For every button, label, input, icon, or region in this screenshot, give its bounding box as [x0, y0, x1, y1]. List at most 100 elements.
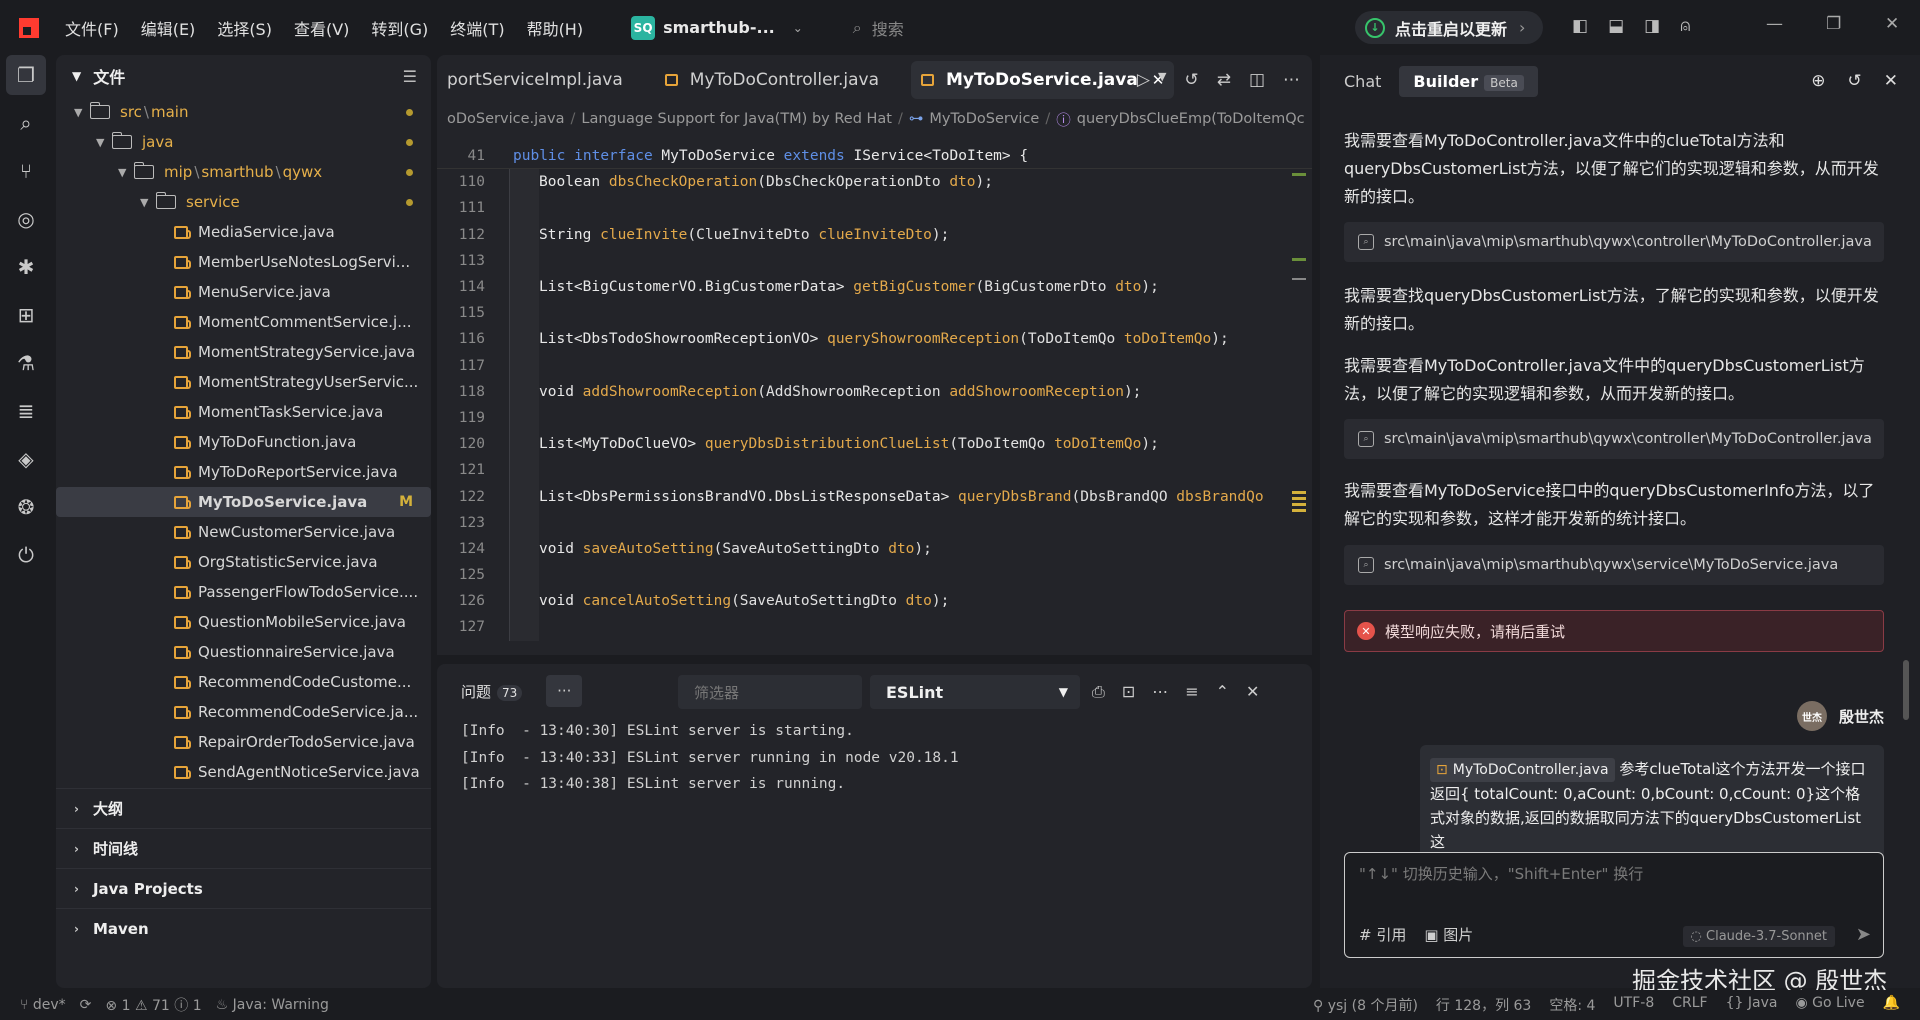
- close-window-icon[interactable]: ✕: [1885, 14, 1899, 34]
- tab-builder[interactable]: Builder Beta: [1399, 65, 1538, 97]
- file-reference[interactable]: ⌕ src\main\java\mip\smarthub\qywx\service…: [1344, 545, 1884, 585]
- more-tabs-button[interactable]: ···: [546, 675, 583, 707]
- extensions-icon[interactable]: ⊞: [6, 295, 46, 335]
- file-item[interactable]: MyToDoReportService.java: [56, 457, 431, 487]
- file-item[interactable]: RecommendCodeService.ja...: [56, 697, 431, 727]
- restart-update-button[interactable]: ↓ 点击重启以更新 ›: [1355, 11, 1543, 44]
- file-item[interactable]: NewCustomerService.java: [56, 517, 431, 547]
- go-live-button[interactable]: ◉ Go Live: [1795, 995, 1864, 1015]
- file-item[interactable]: RepairOrderTodoService.java: [56, 727, 431, 757]
- output-filter-input[interactable]: 筛选器: [678, 675, 862, 709]
- notifications-icon[interactable]: 🔔: [1883, 995, 1900, 1015]
- layers-icon[interactable]: ◈: [6, 439, 46, 479]
- tab-controller[interactable]: MyToDoController.java: [655, 61, 889, 99]
- menu-select[interactable]: 选择(S): [217, 16, 272, 40]
- chat-scrollbar[interactable]: [1903, 660, 1909, 720]
- project-switcher[interactable]: SQ smarthub-... ⌄: [631, 15, 803, 40]
- run-icon[interactable]: ▷: [1137, 70, 1150, 90]
- section-outline[interactable]: › 大纲: [56, 788, 431, 828]
- git-blame[interactable]: ⚲ ysj (8 个月前): [1313, 995, 1418, 1015]
- maximize-panel-icon[interactable]: ⌃: [1216, 682, 1229, 702]
- folder-java[interactable]: ▼ java: [56, 127, 431, 157]
- file-item[interactable]: MemberUseNotesLogServi...: [56, 247, 431, 277]
- tab-problems[interactable]: 问题 73: [461, 681, 523, 702]
- explorer-icon[interactable]: ❐: [6, 55, 46, 95]
- section-maven[interactable]: › Maven: [56, 908, 431, 948]
- tab-service-impl[interactable]: portServiceImpl.java: [437, 61, 633, 99]
- chat-input[interactable]: "↑↓" 切换历史输入，"Shift+Enter" 换行 # 引用 ▣ 图片 ◌…: [1344, 852, 1884, 958]
- menu-goto[interactable]: 转到(G): [371, 16, 428, 40]
- java-status[interactable]: ♨ Java: Warning: [216, 997, 329, 1013]
- database-icon[interactable]: ≣: [6, 391, 46, 431]
- menu-help[interactable]: 帮助(H): [527, 16, 584, 40]
- line-ending[interactable]: CRLF: [1672, 995, 1707, 1015]
- model-select[interactable]: ◌ Claude-3.7-Sonnet: [1682, 926, 1835, 947]
- toggle-sidebar-icon[interactable]: ◧: [1572, 16, 1588, 36]
- file-item[interactable]: MyToDoFunction.java: [56, 427, 431, 457]
- file-item[interactable]: MyToDoService.java M: [56, 487, 431, 517]
- history-icon[interactable]: ↺: [1184, 70, 1198, 90]
- folder-service[interactable]: ▼ service: [56, 187, 431, 217]
- breadcrumb-item[interactable]: MyToDoService: [929, 111, 1039, 127]
- menu-terminal[interactable]: 终端(T): [450, 16, 504, 40]
- file-item[interactable]: RecommendCodeCustome...: [56, 667, 431, 697]
- menu-edit[interactable]: 编辑(E): [141, 16, 196, 40]
- close-panel-icon[interactable]: ✕: [1246, 682, 1259, 702]
- explorer-header[interactable]: ▼ 文件 ☰: [56, 55, 431, 97]
- breadcrumb-item[interactable]: oDoService.java: [447, 111, 565, 127]
- reference-button[interactable]: # 引用: [1359, 924, 1406, 945]
- file-item[interactable]: MenuService.java: [56, 277, 431, 307]
- output-channel-select[interactable]: ESLint ▼: [870, 675, 1080, 709]
- account-icon[interactable]: ⍝: [1680, 16, 1690, 36]
- testing-icon[interactable]: ⚗: [6, 343, 46, 383]
- chevron-down-icon[interactable]: ▼: [1158, 70, 1166, 90]
- encoding[interactable]: UTF-8: [1613, 995, 1654, 1015]
- menu-view[interactable]: 查看(V): [294, 16, 349, 40]
- toggle-secondary-sidebar-icon[interactable]: ◨: [1644, 16, 1660, 36]
- file-item[interactable]: MediaService.java: [56, 217, 431, 247]
- section-timeline[interactable]: › 时间线: [56, 828, 431, 868]
- cursor-position[interactable]: 行 128，列 63: [1436, 995, 1531, 1015]
- breadcrumb-item[interactable]: queryDbsClueEmp(ToDoItemQc: [1077, 111, 1305, 127]
- source-control-icon[interactable]: ⑂: [6, 151, 46, 191]
- file-item[interactable]: MomentTaskService.java: [56, 397, 431, 427]
- section-java-projects[interactable]: › Java Projects: [56, 868, 431, 908]
- restore-icon[interactable]: ❐: [1826, 14, 1841, 34]
- toggle-panel-icon[interactable]: ⬓: [1608, 16, 1624, 36]
- filter-icon[interactable]: ☰: [403, 67, 417, 86]
- new-chat-icon[interactable]: ⊕: [1811, 71, 1825, 91]
- command-search[interactable]: ⌕ 搜索: [853, 16, 904, 40]
- remote-icon[interactable]: ◎: [6, 199, 46, 239]
- ai-assistant-icon[interactable]: ❂: [6, 487, 46, 527]
- user-file-chip[interactable]: ⊡ MyToDoController.java: [1430, 758, 1615, 782]
- more-icon[interactable]: ⋯: [1152, 682, 1168, 702]
- file-item[interactable]: QuestionMobileService.java: [56, 607, 431, 637]
- output-log[interactable]: [Info - 13:40:30] ESLint server is start…: [437, 718, 1312, 798]
- image-button[interactable]: ▣ 图片: [1424, 924, 1473, 945]
- send-icon[interactable]: ➤: [1856, 924, 1871, 945]
- tab-chat[interactable]: Chat: [1344, 72, 1381, 91]
- tab-service[interactable]: MyToDoService.java ✕: [911, 61, 1175, 99]
- compare-icon[interactable]: ⇄: [1217, 70, 1231, 90]
- split-editor-icon[interactable]: ◫: [1249, 70, 1265, 90]
- search-view-icon[interactable]: ⌕: [6, 103, 46, 143]
- language-mode[interactable]: {} Java: [1726, 995, 1778, 1015]
- file-item[interactable]: PassengerFlowTodoService....: [56, 577, 431, 607]
- more-icon[interactable]: ⋯: [1283, 70, 1300, 90]
- folder-mip-smarthub-qywx[interactable]: ▼ mip \ smarthub \ qywx: [56, 157, 431, 187]
- menu-file[interactable]: 文件(F): [65, 16, 119, 40]
- file-item[interactable]: MomentCommentService.j...: [56, 307, 431, 337]
- file-reference[interactable]: ⌕ src\main\java\mip\smarthub\qywx\control…: [1344, 419, 1884, 459]
- debug-icon[interactable]: ✱: [6, 247, 46, 287]
- file-item[interactable]: SendAgentNoticeService.java: [56, 757, 431, 787]
- minimize-icon[interactable]: —: [1766, 14, 1783, 34]
- indentation[interactable]: 空格: 4: [1549, 995, 1595, 1015]
- sync-icon[interactable]: ⟳: [80, 997, 92, 1013]
- open-log-icon[interactable]: ⎙: [1092, 682, 1105, 702]
- file-item[interactable]: OrgStatisticService.java: [56, 547, 431, 577]
- power-icon[interactable]: ⏻: [6, 535, 46, 575]
- file-item[interactable]: MomentStrategyUserServic...: [56, 367, 431, 397]
- folder-src-main[interactable]: ▼ src \ main: [56, 97, 431, 127]
- close-icon[interactable]: ✕: [1884, 71, 1898, 91]
- branch-item[interactable]: ⑂ dev*: [20, 997, 66, 1013]
